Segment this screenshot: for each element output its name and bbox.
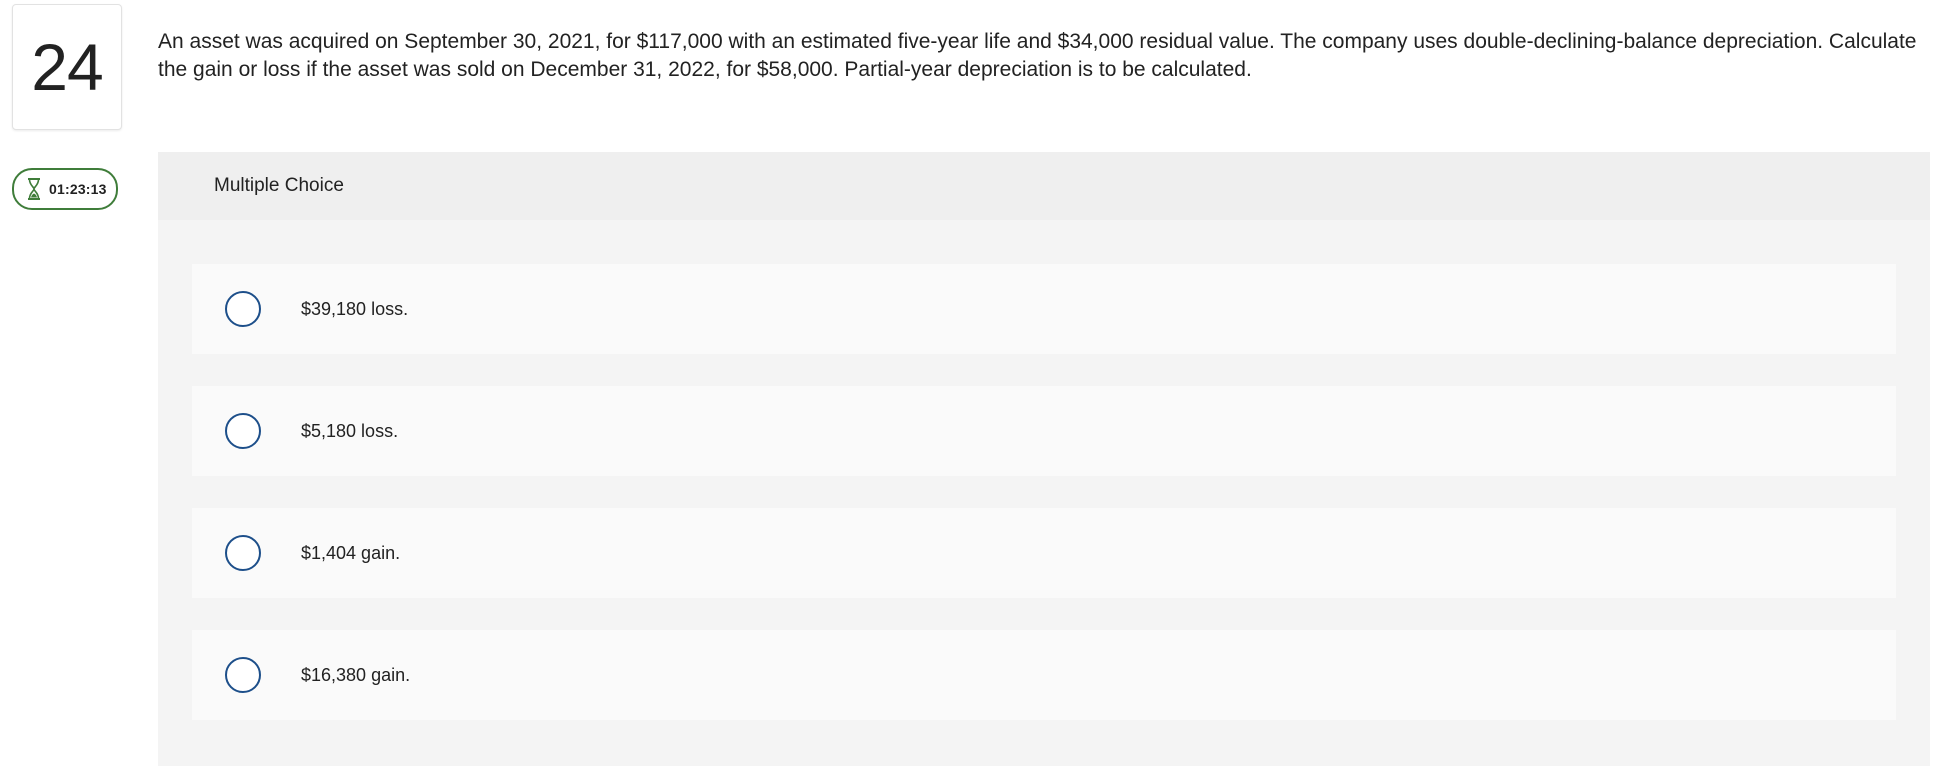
choice-label: $1,404 gain. [301,542,401,563]
choice-label: $16,380 gain. [301,664,411,685]
radio-button[interactable] [225,657,261,693]
timer-value: 01:23:13 [49,181,107,197]
panel-header: Multiple Choice [158,152,1930,220]
question-number: 24 [31,30,103,104]
answer-panel: Multiple Choice $39,180 loss. $5,180 los… [158,152,1930,766]
choice-option-4[interactable]: $16,380 gain. [192,630,1896,720]
question-text: An asset was acquired on September 30, 2… [158,30,1917,81]
choice-label: $5,180 loss. [301,420,399,441]
timer-badge[interactable]: 01:23:13 [12,168,118,210]
radio-button[interactable] [225,535,261,571]
hourglass-icon [27,178,41,200]
choice-option-1[interactable]: $39,180 loss. [192,264,1896,354]
radio-button[interactable] [225,291,261,327]
choice-label: $39,180 loss. [301,298,409,319]
radio-button[interactable] [225,413,261,449]
question-type-label: Multiple Choice [214,175,344,196]
question-number-box: 24 [12,4,122,130]
choice-option-2[interactable]: $5,180 loss. [192,386,1896,476]
choice-option-3[interactable]: $1,404 gain. [192,508,1896,598]
